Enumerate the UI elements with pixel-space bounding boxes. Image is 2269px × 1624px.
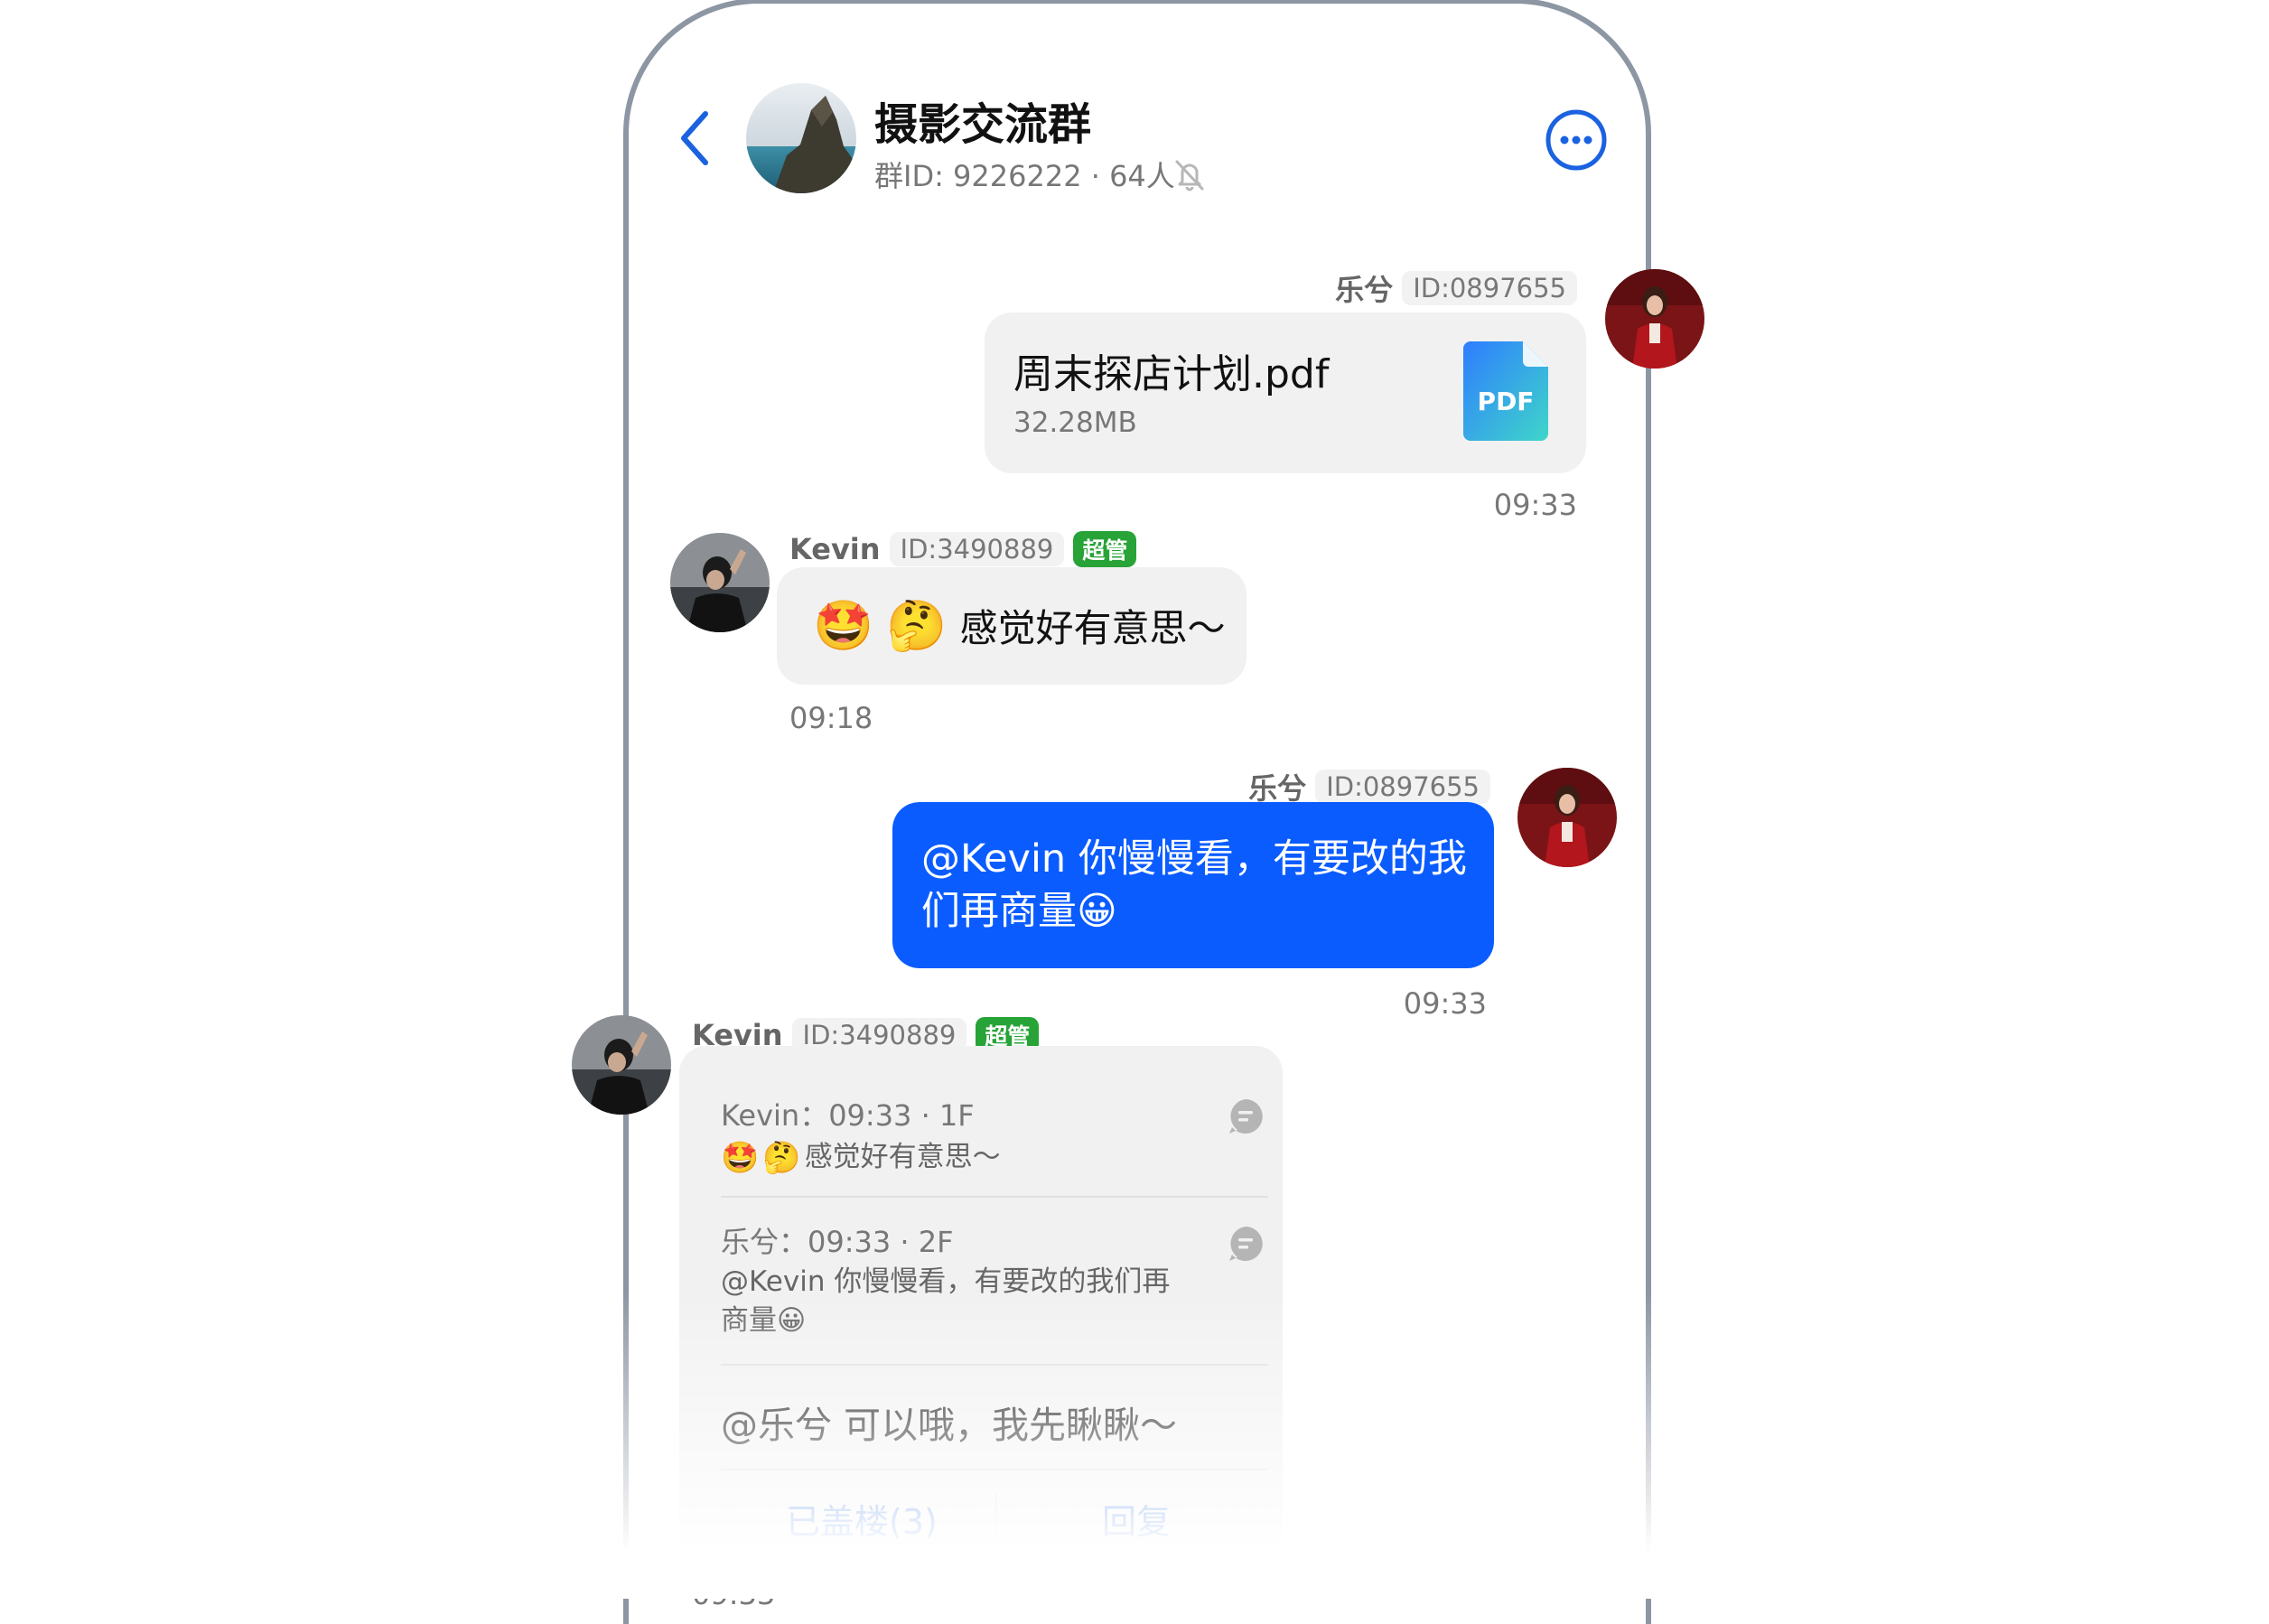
quote-bubble-icon[interactable]: [1227, 1097, 1265, 1135]
sender-meta: 乐兮 ID:0897655: [1335, 267, 1577, 309]
thread-reply-text: @乐兮 可以哦，我先瞅瞅～: [721, 1404, 1178, 1447]
starstruck-emoji-icon: 🤩: [813, 596, 874, 654]
divider: [721, 1469, 1268, 1470]
thinking-emoji-icon: 🤔: [886, 596, 948, 654]
sender-name: 乐兮: [1335, 273, 1394, 307]
message-content: 🤩 🤔 感觉好有意思～: [813, 598, 1226, 653]
sender-name: Kevin: [789, 532, 881, 566]
message-time: 09:33: [1403, 986, 1487, 1021]
avatar[interactable]: [1605, 269, 1704, 369]
message-time: 09:33: [1493, 488, 1577, 522]
quote-bubble-icon[interactable]: [1227, 1225, 1265, 1263]
sender-id: ID:0897655: [1315, 770, 1490, 804]
sender-meta: Kevin ID:3490889 超管: [789, 531, 1137, 567]
message-text: @Kevin 你慢慢看，有要改的我们再商量😀: [921, 836, 1467, 934]
message-text: 感觉好有意思～: [959, 606, 1226, 650]
group-avatar[interactable]: [746, 83, 856, 193]
view-floors-button[interactable]: 已盖楼(3): [786, 1494, 938, 1544]
action-divider: [995, 1494, 997, 1545]
thinking-emoji-icon: 🤔: [762, 1139, 801, 1176]
quote-text: 感觉好有意思～: [804, 1141, 1001, 1173]
reply-button[interactable]: 回复: [1102, 1494, 1171, 1544]
avatar[interactable]: [572, 1015, 671, 1115]
avatar[interactable]: [1517, 768, 1617, 867]
group-title: 摄影交流群: [874, 99, 1092, 150]
file-size: 32.28MB: [1013, 406, 1137, 439]
file-name: 周末探店计划.pdf: [1013, 351, 1330, 397]
quote-header: 乐兮：09:33 · 2F: [721, 1225, 954, 1259]
avatar[interactable]: [670, 533, 770, 632]
starstruck-emoji-icon: 🤩: [721, 1139, 760, 1176]
sender-id: ID:3490889: [889, 532, 1065, 566]
message-time: 09:18: [789, 701, 873, 735]
mute-bell-icon: [1175, 160, 1204, 191]
divider: [721, 1196, 1268, 1198]
pdf-icon-label: PDF: [1478, 387, 1535, 416]
sender-id: ID:0897655: [1402, 271, 1577, 305]
divider: [721, 1364, 1268, 1366]
back-icon[interactable]: [673, 107, 718, 170]
more-options-icon[interactable]: [1545, 108, 1608, 172]
admin-badge: 超管: [1073, 531, 1137, 567]
quote-text: @Kevin 你慢慢看，有要改的我们再商量😀: [721, 1265, 1171, 1337]
quote-header: Kevin：09:33 · 1F: [721, 1098, 975, 1133]
group-subtitle: 群ID: 9226222 · 64人: [874, 159, 1175, 193]
pdf-file-icon: PDF: [1463, 341, 1548, 441]
message-time: 09:33: [692, 1577, 776, 1611]
quote-body: 🤩 🤔 感觉好有意思～: [721, 1138, 1001, 1177]
